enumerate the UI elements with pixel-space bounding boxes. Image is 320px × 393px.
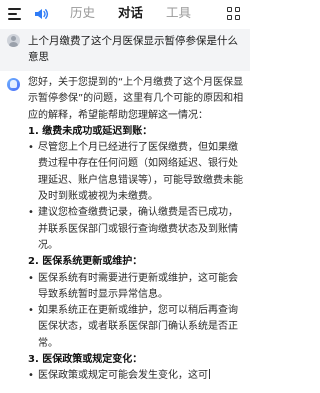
tab-tools[interactable]: 工具 (166, 5, 191, 21)
section-heading: 2. 医保系统更新或维护： (28, 256, 143, 268)
list-item: • 医保政策或规定可能会发生变化，这可 (28, 369, 210, 382)
answer-body: 您好，关于您提到的“上个月缴费了这个月医保显示暂停参保”的问题，这里有几个可能的… (28, 75, 244, 385)
user-avatar (7, 34, 20, 47)
typing-cursor (209, 369, 210, 380)
list-item: • 建议您检查缴费记录，确认缴费是否已成功，并联系医保部门或银行查询缴费状态及到账… (28, 207, 238, 251)
tab-chat[interactable]: 对话 (118, 5, 143, 21)
section-heading: 1. 缴费未成功或延迟到账： (28, 125, 153, 137)
tab-bar: 历史 对话 工具 (70, 5, 191, 21)
grid-icon[interactable] (227, 7, 241, 21)
section-heading: 3. 医保政策或规定变化： (28, 354, 143, 366)
tab-history[interactable]: 历史 (70, 5, 95, 21)
answer-intro: 您好，关于您提到的“上个月缴费了这个月医保显示暂停参保”的问题，这里有几个可能的… (28, 77, 244, 121)
speaker-icon[interactable] (33, 6, 49, 22)
top-bar: 历史 对话 工具 (0, 0, 250, 28)
question-text: 上个月缴费了这个月医保显示暂停参保是什么意思 (28, 35, 238, 63)
list-item: • 尽管您上个月已经进行了医保缴费，但如果缴费过程中存在任何问题（如网络延迟、银行… (28, 142, 243, 203)
assistant-answer: 您好，关于您提到的“上个月缴费了这个月医保显示暂停参保”的问题，这里有几个可能的… (0, 71, 250, 393)
assistant-avatar (7, 78, 20, 91)
list-item: • 如果系统正在更新或维护，您可以稍后再查询医保状态，或者联系医保部门确认系统是否… (28, 305, 238, 349)
menu-icon[interactable] (8, 8, 22, 20)
user-question-row: 上个月缴费了这个月医保显示暂停参保是什么意思 (0, 29, 250, 71)
list-item: • 医保系统有时需要进行更新或维护，这可能会导致系统暂时显示异常信息。 (28, 272, 238, 300)
